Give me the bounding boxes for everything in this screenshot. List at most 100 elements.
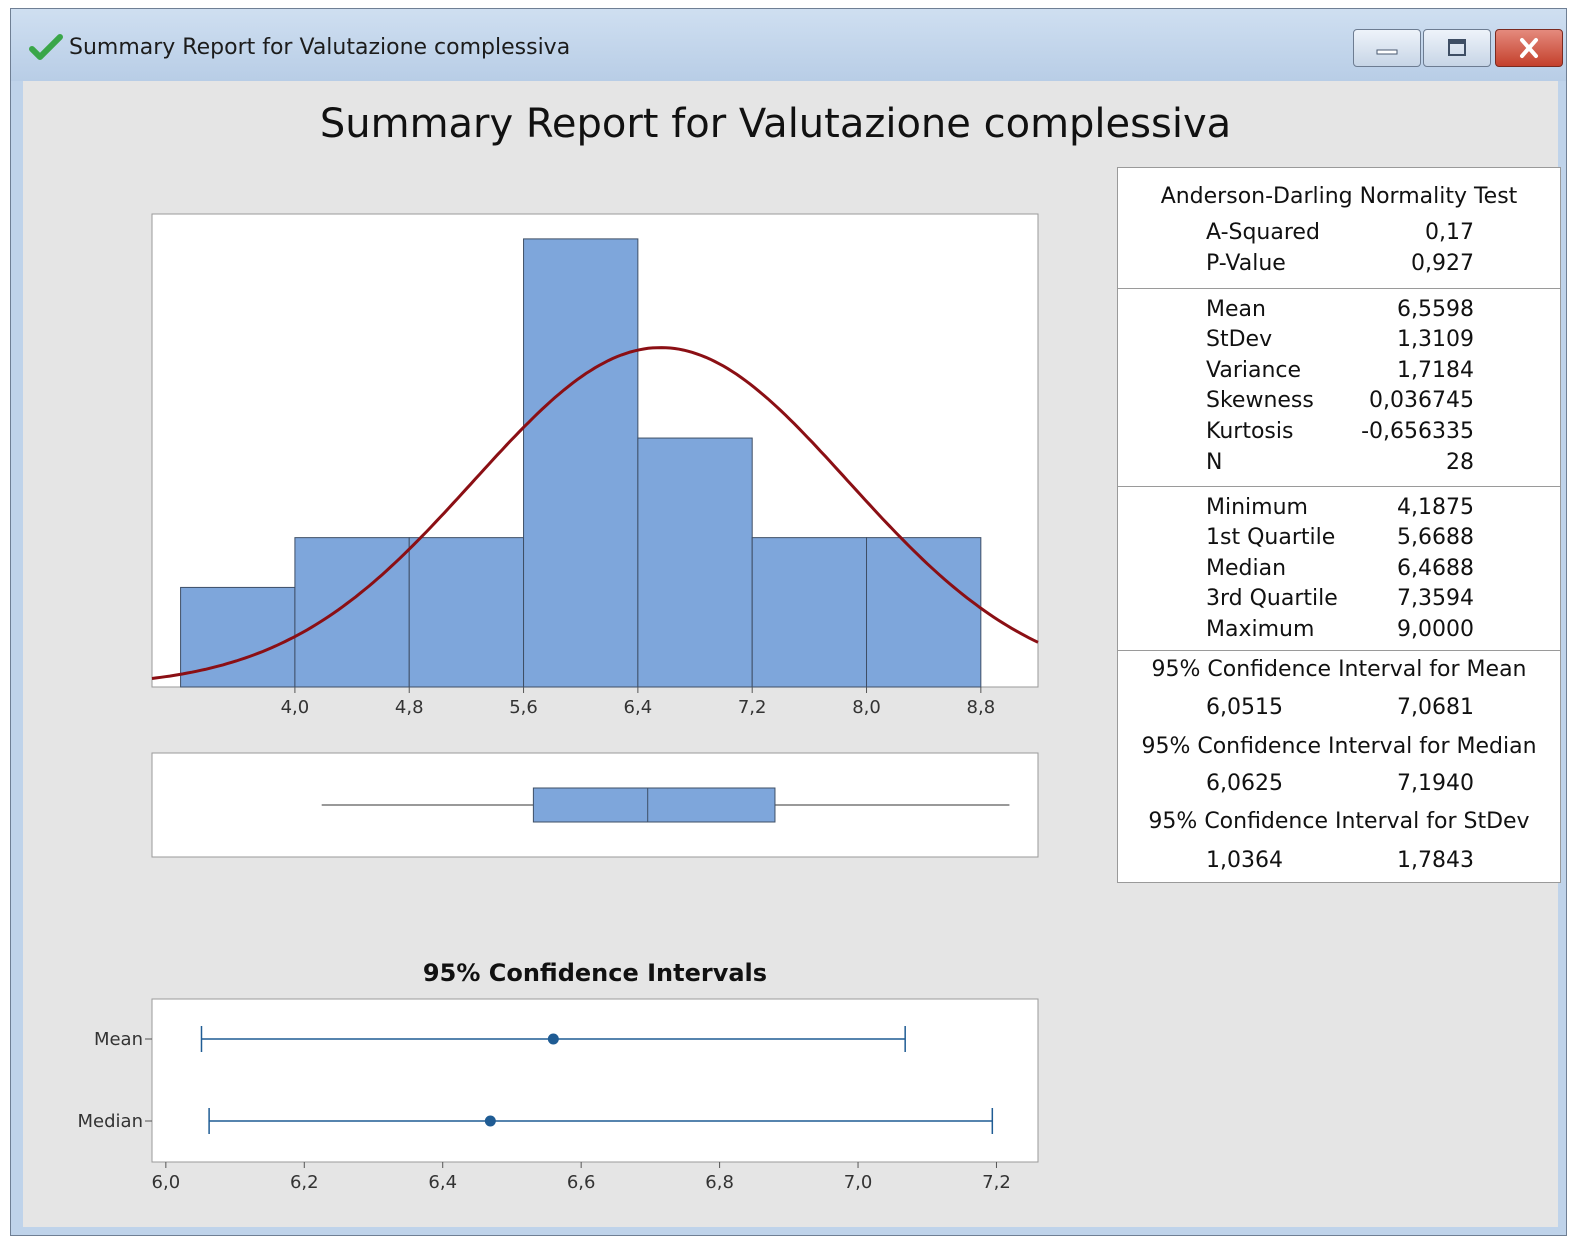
stat-row-variance: Variance 1,7184 [1206,358,1474,388]
histogram-x-axis: 4,0 4,8 5,6 6,4 7,2 8,0 8,8 [281,687,996,718]
stat-label: 1st Quartile [1206,525,1336,550]
ci-x-axis: 6,0 6,2 6,4 6,6 6,8 7,0 7,2 [152,1162,1011,1193]
stat-value: 4,1875 [1397,495,1474,520]
histogram-x-tick-label: 8,8 [967,697,996,718]
stat-label: 3rd Quartile [1206,586,1338,611]
ci-category-label: Median [78,1111,143,1132]
stat-value: 0,036745 [1369,388,1474,413]
stat-label: N [1206,450,1223,475]
stat-label: Kurtosis [1206,419,1294,444]
boxplot-panel [151,752,1039,858]
stat-label: Maximum [1206,617,1315,642]
stat-value: -0,656335 [1361,419,1474,444]
ci-stdev-heading: 95% Confidence Interval for StDev [1148,809,1530,834]
boxplot-box [532,787,776,823]
report-window: Summary Report for Valutazione complessi… [10,8,1567,1236]
histogram-bar [637,437,753,688]
ci-x-tick-label: 6,0 [152,1172,181,1193]
stat-row-maximum: Maximum 9,0000 [1206,617,1474,647]
ci-chart-title: 95% Confidence Intervals [423,959,767,987]
stat-value: 0,927 [1411,251,1474,276]
ci-mean-heading: 95% Confidence Interval for Mean [1151,657,1527,682]
stat-label: P-Value [1206,251,1286,276]
close-button[interactable] [1495,29,1563,67]
ci-stdev-values: 1,0364 1,7843 [1206,848,1474,878]
anderson-darling-section: Anderson-Darling Normality Test A-Square… [1118,168,1560,288]
histogram-x-tick-label: 4,8 [395,697,424,718]
histogram-x-tick-label: 8,0 [852,697,881,718]
stat-row-a-squared: A-Squared 0,17 [1206,220,1474,250]
stat-row-n: N 28 [1206,450,1474,480]
ci-category-label: Mean [94,1029,143,1050]
histogram-x-tick-label: 6,4 [624,697,653,718]
maximize-button[interactable] [1423,29,1491,67]
green-checkmark-icon [29,34,63,60]
ci-median-values: 6,0625 7,1940 [1206,771,1474,801]
histogram-bar [751,537,868,688]
ci-high: 7,0681 [1397,695,1474,720]
stat-row-mean: Mean 6,5598 [1206,297,1474,327]
ci-low: 1,0364 [1206,848,1283,873]
ci-x-tick-label: 7,2 [982,1172,1011,1193]
ci-low: 6,0625 [1206,771,1283,796]
stat-row-first-quartile: 1st Quartile 5,6688 [1206,525,1474,555]
statistics-panel: Anderson-Darling Normality Test A-Square… [1117,167,1561,883]
stat-label: A-Squared [1206,220,1320,245]
ci-x-tick-label: 6,8 [705,1172,734,1193]
ci-plot-area [151,998,1039,1163]
maximize-icon [1448,39,1466,56]
stat-value: 1,7184 [1397,358,1474,383]
stat-value: 9,0000 [1397,617,1474,642]
stat-value: 7,3594 [1397,586,1474,611]
ci-low: 6,0515 [1206,695,1283,720]
minimize-button[interactable] [1353,29,1421,67]
histogram-bar [294,537,410,688]
charts-canvas: 4,0 4,8 5,6 6,4 7,2 8,0 8,8 95% Confidence Int… [78,213,1039,1193]
stat-label: Minimum [1206,495,1308,520]
stat-value: 28 [1446,450,1474,475]
ci-high: 7,1940 [1397,771,1474,796]
close-icon [1520,38,1538,58]
ci-high: 1,7843 [1397,848,1474,873]
report-content: Summary Report for Valutazione complessi… [23,81,1561,1227]
ci-mean-values: 6,0515 7,0681 [1206,695,1474,725]
stat-label: Skewness [1206,388,1314,413]
stat-label: Median [1206,556,1287,581]
stat-row-skewness: Skewness 0,036745 [1206,388,1474,418]
stat-label: StDev [1206,327,1273,352]
ci-point [547,1033,559,1045]
ci-median-heading: 95% Confidence Interval for Median [1141,734,1537,759]
ci-x-tick-label: 6,6 [567,1172,596,1193]
stat-value: 6,5598 [1397,297,1474,322]
stat-row-third-quartile: 3rd Quartile 7,3594 [1206,586,1474,616]
stat-row-kurtosis: Kurtosis -0,656335 [1206,419,1474,449]
minimize-icon [1376,49,1398,55]
stat-value: 6,4688 [1397,556,1474,581]
histogram-bar [523,238,639,688]
stat-value: 0,17 [1425,220,1474,245]
moments-section: Mean 6,5598 StDev 1,3109 Variance 1,7184 Sk… [1118,288,1560,487]
title-bar[interactable]: Summary Report for Valutazione complessi… [11,9,1566,81]
stat-row-minimum: Minimum 4,1875 [1206,495,1474,525]
stat-row-median: Median 6,4688 [1206,556,1474,586]
stat-row-stdev: StDev 1,3109 [1206,327,1474,357]
histogram-x-tick-label: 5,6 [509,697,538,718]
quantiles-section: Minimum 4,1875 1st Quartile 5,6688 Median 6… [1118,486,1560,651]
ci-x-tick-label: 6,2 [290,1172,319,1193]
confidence-interval-panel: 95% Confidence Intervals MeanMedian 6,0 6… [78,959,1039,1193]
histogram-bar [408,537,525,688]
stat-label: Mean [1206,297,1266,322]
histogram-x-tick-label: 7,2 [738,697,767,718]
stat-label: Variance [1206,358,1302,383]
ci-point [484,1115,496,1127]
ci-x-tick-label: 6,4 [428,1172,457,1193]
ad-heading: Anderson-Darling Normality Test [1160,184,1518,209]
confidence-intervals-section: 95% Confidence Interval for Mean 6,0515 7… [1118,650,1560,885]
window-title: Summary Report for Valutazione complessi… [69,35,571,60]
ci-x-tick-label: 7,0 [844,1172,873,1193]
histogram-panel: 4,0 4,8 5,6 6,4 7,2 8,0 8,8 [151,213,1039,718]
stat-value: 5,6688 [1397,525,1474,550]
histogram-x-tick-label: 4,0 [281,697,310,718]
stat-value: 1,3109 [1397,327,1474,352]
stat-row-p-value: P-Value 0,927 [1206,251,1474,281]
